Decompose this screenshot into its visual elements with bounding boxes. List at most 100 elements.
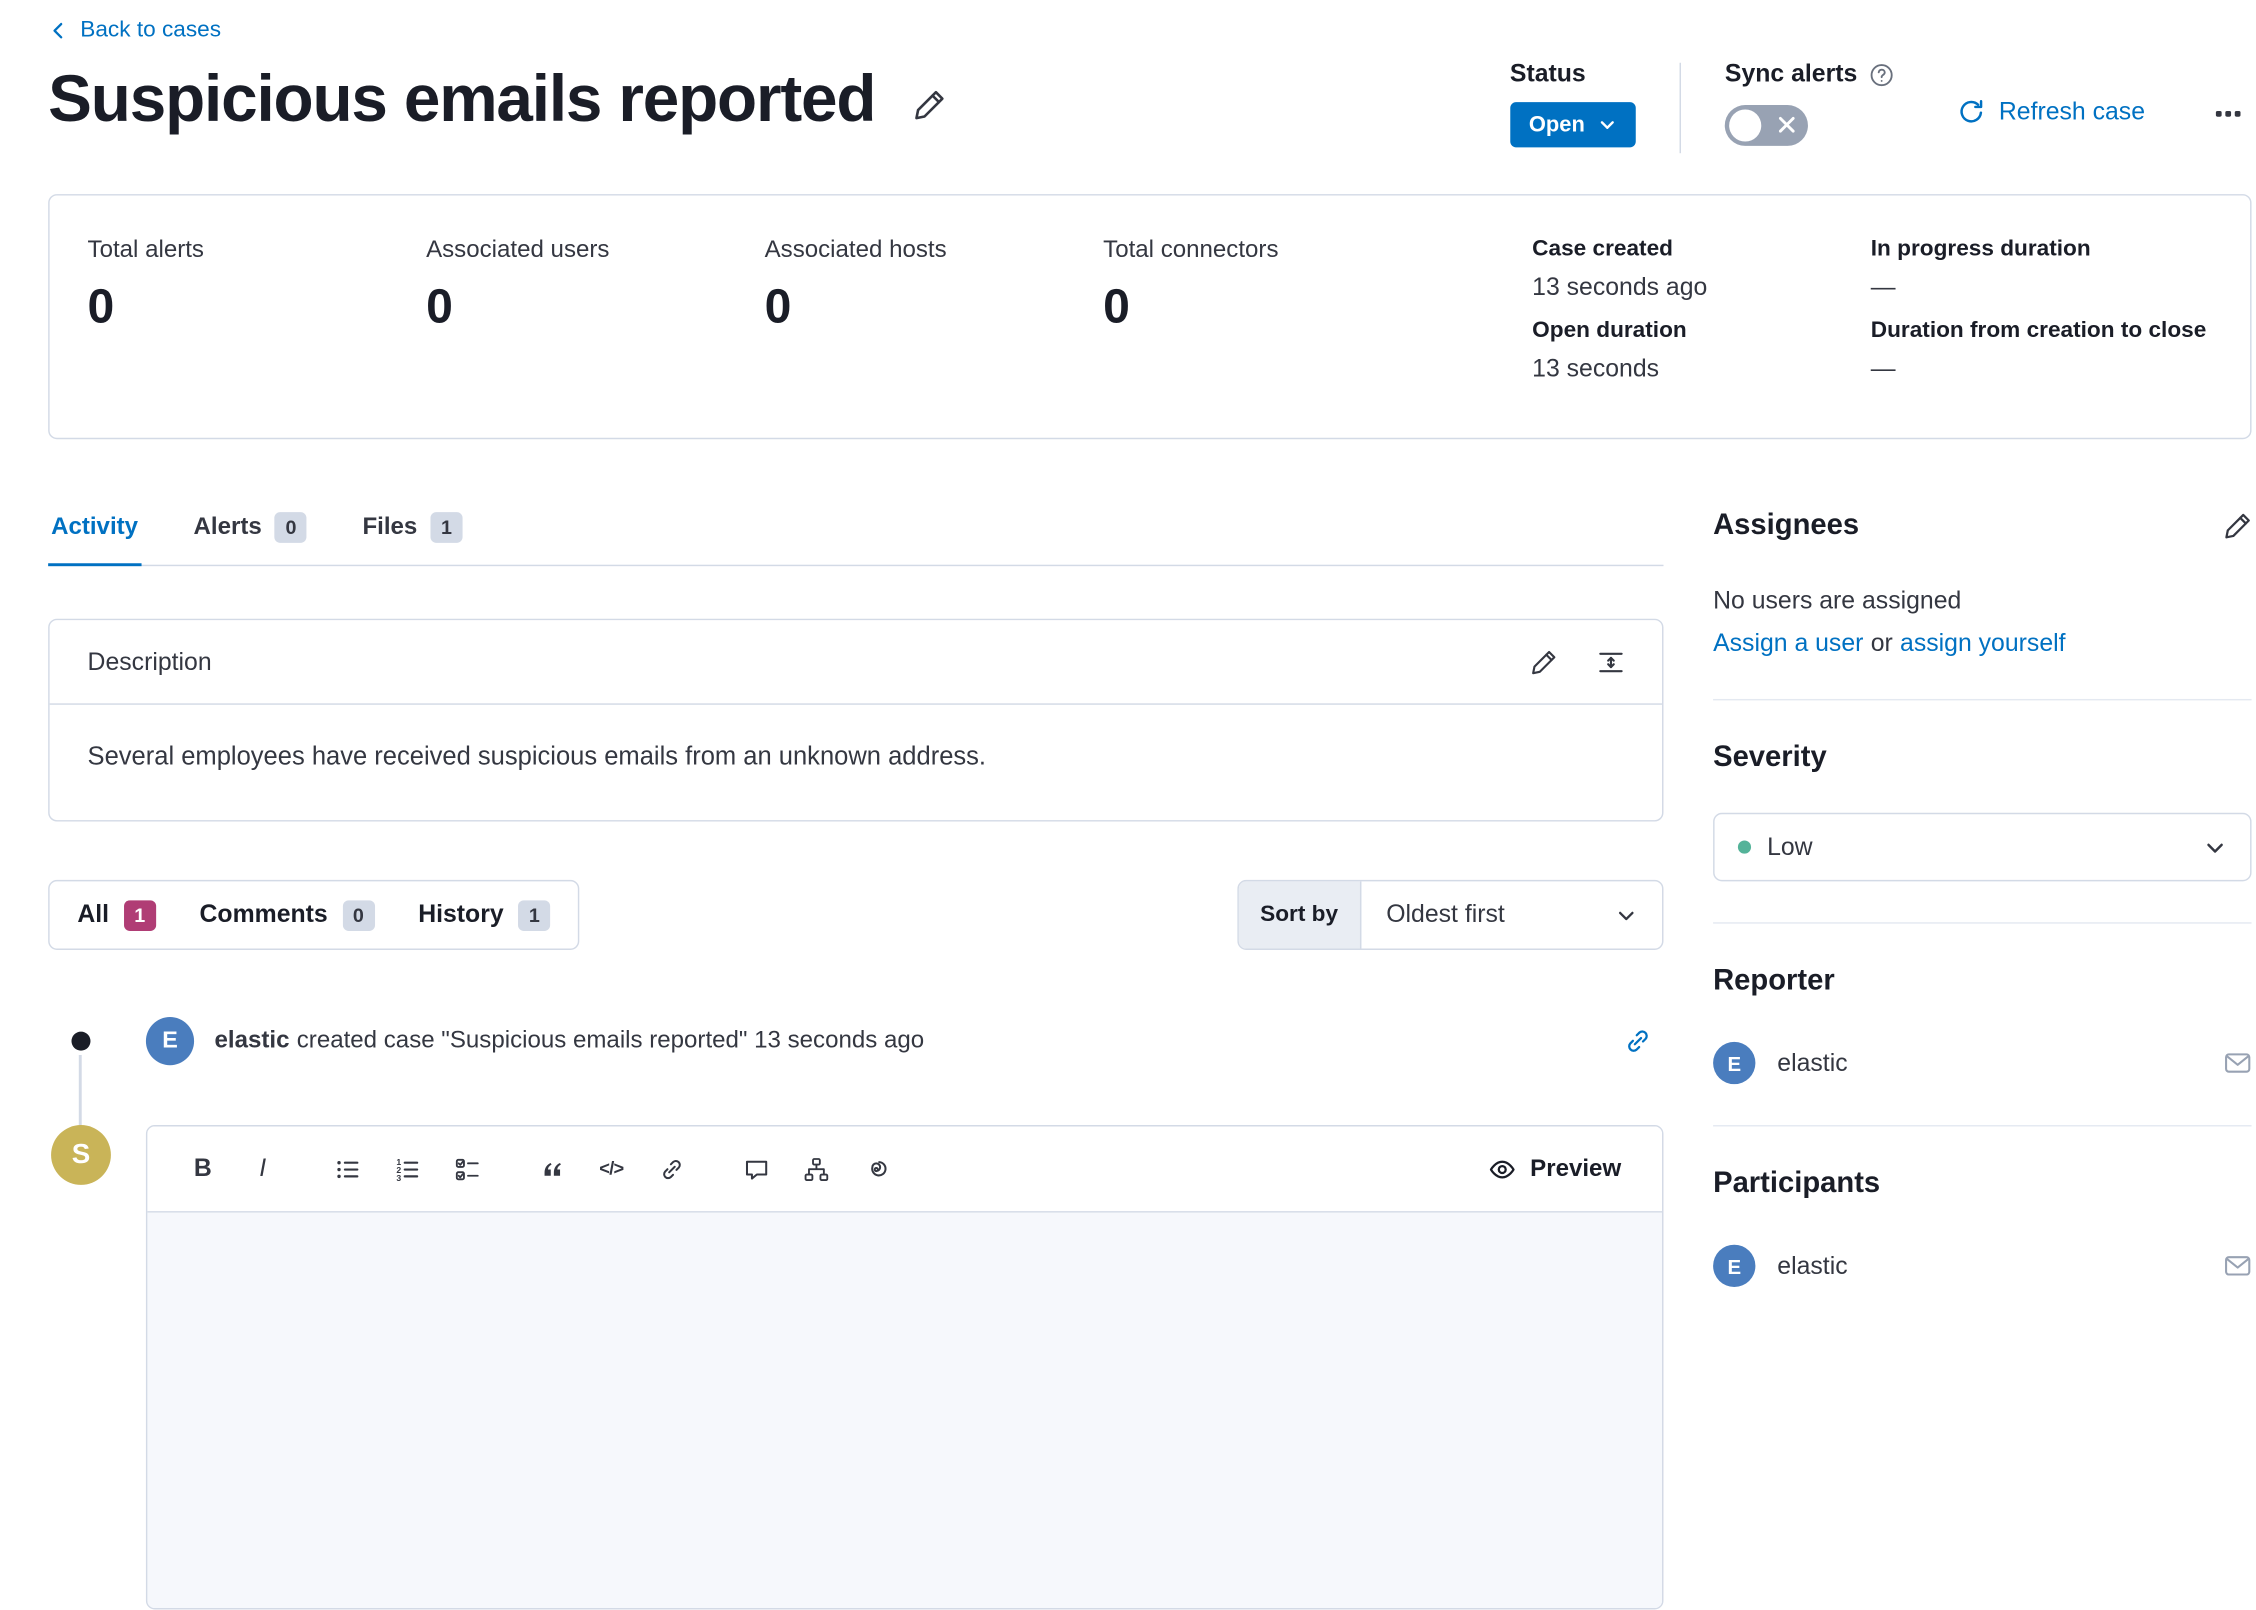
main-column: Activity Alerts 0 Files 1 Description xyxy=(48,509,1663,1609)
insert-link-button[interactable] xyxy=(648,1145,695,1192)
timeline-dot xyxy=(72,1032,91,1051)
markdown-toolbar: B I xyxy=(147,1127,1662,1213)
metric-total-alerts: Total alerts 0 xyxy=(88,236,427,399)
chevron-down-icon xyxy=(2203,835,2226,858)
add-comment-item: S B I xyxy=(48,1125,1663,1609)
swirl-icon xyxy=(863,1156,888,1181)
filter-comments[interactable]: Comments 0 xyxy=(200,900,375,931)
envelope-icon xyxy=(2224,1049,2252,1077)
sidebar-divider xyxy=(1713,699,2251,700)
assignees-section: Assignees No users are assigned Assign a… xyxy=(1713,509,2251,658)
email-participant-button[interactable] xyxy=(2224,1252,2252,1280)
header-divider xyxy=(1680,63,1681,153)
filter-history[interactable]: History 1 xyxy=(418,900,550,931)
investigate-button[interactable] xyxy=(852,1145,899,1192)
assign-yourself-link[interactable]: assign yourself xyxy=(1900,629,2065,657)
timeline-rail xyxy=(79,1055,82,1131)
reporter-user-row: E elastic xyxy=(1713,1042,2251,1084)
metric-total-connectors: Total connectors 0 xyxy=(1103,236,1442,399)
comment-textarea[interactable] xyxy=(147,1213,1662,1608)
eye-icon xyxy=(1488,1155,1516,1183)
case-actions-menu-button[interactable] xyxy=(2215,101,2241,127)
event-username: elastic xyxy=(215,1027,290,1053)
pencil-icon xyxy=(1531,649,1557,675)
chevron-left-icon xyxy=(48,20,68,40)
case-header: Suspicious emails reported Status Open xyxy=(48,60,2251,153)
open-duration-value: 13 seconds xyxy=(1532,355,1707,384)
assign-a-user-link[interactable]: Assign a user xyxy=(1713,629,1863,657)
case-created-value: 13 seconds ago xyxy=(1532,273,1707,302)
case-sidebar: Assignees No users are assigned Assign a… xyxy=(1713,509,2251,1609)
in-progress-duration-label: In progress duration xyxy=(1871,236,2207,262)
filter-badge: 1 xyxy=(124,900,156,931)
email-reporter-button[interactable] xyxy=(2224,1049,2252,1077)
participants-section: Participants E elastic xyxy=(1713,1167,2251,1287)
pencil-icon xyxy=(913,88,945,120)
question-circle-icon[interactable] xyxy=(1869,62,1894,87)
filter-all[interactable]: All 1 xyxy=(77,900,155,931)
case-durations-col-1: Case created 13 seconds ago Open duratio… xyxy=(1532,236,1707,399)
preview-label: Preview xyxy=(1530,1155,1621,1183)
bullet-list-icon xyxy=(335,1156,360,1181)
preview-button[interactable]: Preview xyxy=(1479,1153,1630,1184)
description-text: Several employees have received suspicio… xyxy=(50,705,1662,820)
tab-label: Activity xyxy=(51,514,138,542)
comment-bubble-icon xyxy=(743,1156,768,1181)
refresh-case-button[interactable]: Refresh case xyxy=(1958,98,2145,127)
sort-order-select[interactable]: Oldest first xyxy=(1361,881,1662,948)
sort-control: Sort by Oldest first xyxy=(1237,880,1664,950)
tab-files[interactable]: Files 1 xyxy=(360,509,466,564)
sort-value: Oldest first xyxy=(1386,900,1505,929)
sidebar-divider xyxy=(1713,1125,2251,1126)
code-button[interactable]: </> xyxy=(588,1145,635,1192)
activity-filter-group: All 1 Comments 0 History 1 xyxy=(48,880,579,950)
severity-value: Low xyxy=(1767,832,2187,861)
event-text: elasticcreated case "Suspicious emails r… xyxy=(215,1027,1625,1055)
sort-by-label: Sort by xyxy=(1238,881,1361,948)
edit-assignees-button[interactable] xyxy=(2224,512,2252,540)
link-icon xyxy=(659,1156,684,1181)
status-dropdown-button[interactable]: Open xyxy=(1510,102,1636,147)
metric-associated-users: Associated users 0 xyxy=(426,236,765,399)
tab-badge: 1 xyxy=(430,512,462,543)
sync-alerts-toggle[interactable] xyxy=(1725,105,1808,146)
reporter-username: elastic xyxy=(1777,1048,1847,1077)
severity-select[interactable]: Low xyxy=(1713,813,2251,882)
description-panel: Description xyxy=(48,619,1663,822)
collapse-description-button[interactable] xyxy=(1598,649,1624,675)
status-label: Status xyxy=(1510,60,1636,89)
back-to-cases-link[interactable]: Back to cases xyxy=(48,18,221,44)
copy-event-link-button[interactable] xyxy=(1624,1027,1652,1055)
tab-badge: 0 xyxy=(275,512,307,543)
toggle-off-x-icon xyxy=(1779,117,1795,133)
chevron-down-icon xyxy=(1615,904,1637,926)
cluster-icon xyxy=(803,1156,828,1181)
svg-text:3: 3 xyxy=(396,1172,401,1181)
edit-title-button[interactable] xyxy=(913,88,945,120)
unordered-list-button[interactable] xyxy=(324,1145,371,1192)
task-list-button[interactable] xyxy=(444,1145,491,1192)
link-icon xyxy=(1624,1027,1652,1055)
tab-label: Files xyxy=(362,514,417,542)
activity-filter-row: All 1 Comments 0 History 1 Sor xyxy=(48,880,1663,950)
status-value: Open xyxy=(1529,112,1585,137)
severity-title: Severity xyxy=(1713,741,2251,775)
add-visualization-button[interactable] xyxy=(792,1145,839,1192)
avatar: E xyxy=(1713,1245,1755,1287)
tab-activity[interactable]: Activity xyxy=(48,509,141,564)
quote-button[interactable] xyxy=(528,1145,575,1192)
reporter-title: Reporter xyxy=(1713,965,2251,999)
filter-label: Comments xyxy=(200,900,328,929)
filter-badge: 1 xyxy=(518,900,550,931)
add-comment-to-timeline-button[interactable] xyxy=(733,1145,780,1192)
tab-alerts[interactable]: Alerts 0 xyxy=(191,509,310,564)
creation-to-close-label: Duration from creation to close xyxy=(1871,318,2207,344)
ordered-list-button[interactable]: 123 xyxy=(384,1145,431,1192)
markdown-editor-panel: B I xyxy=(146,1125,1664,1609)
reporter-section: Reporter E elastic xyxy=(1713,965,2251,1085)
participants-title: Participants xyxy=(1713,1167,2251,1201)
edit-description-button[interactable] xyxy=(1531,649,1557,675)
italic-button[interactable]: I xyxy=(239,1145,286,1192)
bold-button[interactable]: B xyxy=(179,1145,226,1192)
filter-label: History xyxy=(418,900,503,929)
